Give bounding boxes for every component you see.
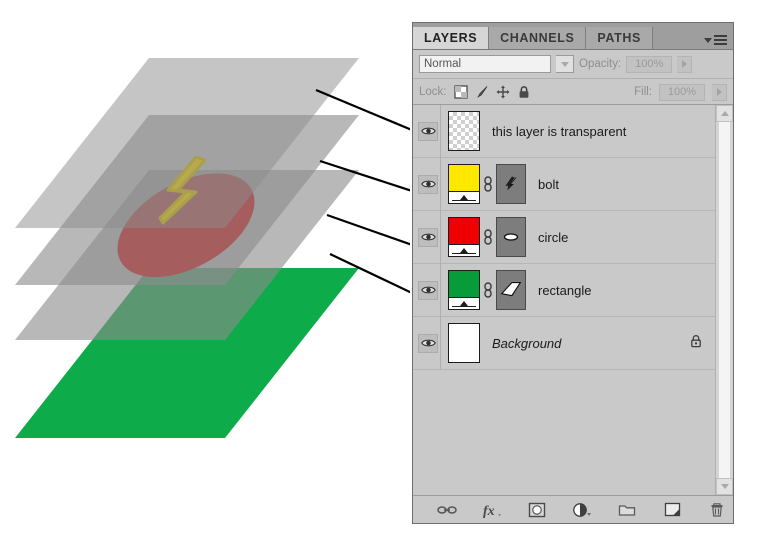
row-divider	[440, 316, 441, 370]
fill-stepper-chevron-right-icon[interactable]	[712, 83, 727, 101]
lock-row: Lock: Fill: 100%	[413, 79, 733, 106]
layer-thumbnail[interactable]	[448, 164, 480, 204]
layer-visibility-toggle[interactable]	[416, 227, 440, 247]
layer-thumbnail[interactable]	[448, 323, 480, 363]
scroll-down-chevron-down-icon[interactable]	[716, 478, 733, 495]
layer-name-label[interactable]: Background	[492, 336, 561, 351]
panel-menu-lines-icon	[714, 35, 727, 45]
opacity-input[interactable]: 100%	[626, 55, 673, 73]
table-row[interactable]: rectangle	[413, 263, 716, 317]
padlock-icon	[690, 334, 702, 353]
layer-thumbnail-strip	[449, 191, 479, 203]
delete-layer-trash-icon[interactable]	[707, 501, 727, 519]
panel-menu-button[interactable]	[704, 35, 727, 45]
eye-visibility-icon[interactable]	[418, 333, 438, 353]
opacity-stepper-chevron-right-icon[interactable]	[677, 55, 693, 73]
eye-visibility-icon[interactable]	[418, 121, 438, 141]
fill-input[interactable]: 100%	[659, 83, 705, 101]
lock-transparency-icon[interactable]	[453, 85, 468, 99]
new-layer-icon[interactable]	[662, 501, 682, 519]
layers-panel: LAYERS CHANNELS PATHS Normal Opacity: 10…	[412, 22, 734, 524]
blend-mode-select[interactable]: Normal	[419, 55, 551, 73]
layer-visibility-toggle[interactable]	[416, 280, 440, 300]
layers-stack-illustration	[15, 58, 410, 438]
layer-thumbnail-color	[449, 324, 479, 362]
layer-thumbnail[interactable]	[448, 270, 480, 310]
fill-label: Fill:	[634, 86, 652, 98]
panel-menu-triangle-icon	[704, 37, 712, 43]
new-adjustment-layer-icon[interactable]	[572, 501, 592, 519]
layer-thumbnail-strip	[449, 297, 479, 309]
svg-text:fx: fx	[483, 504, 495, 518]
layer-list: this layer is transparent bolt circle re…	[413, 104, 733, 495]
new-group-folder-icon[interactable]	[617, 501, 637, 519]
tab-channels[interactable]: CHANNELS	[489, 27, 587, 49]
layer-thumbnail-strip	[449, 244, 479, 256]
layer-name-label[interactable]: rectangle	[538, 283, 591, 298]
layer-visibility-toggle[interactable]	[416, 121, 440, 141]
add-layer-mask-icon[interactable]	[527, 501, 547, 519]
row-divider	[440, 157, 441, 211]
lock-label: Lock:	[419, 86, 447, 98]
layer-thumbnail[interactable]	[448, 217, 480, 257]
layer-visibility-toggle[interactable]	[416, 174, 440, 194]
layer-name-label[interactable]: this layer is transparent	[492, 124, 626, 139]
layer-visibility-toggle[interactable]	[416, 333, 440, 353]
lock-image-pixels-brush-icon[interactable]	[475, 85, 489, 99]
vertical-scrollbar[interactable]	[715, 105, 733, 495]
scrollbar-track[interactable]	[719, 122, 730, 478]
layer-style-fx-icon[interactable]: fx	[482, 501, 502, 519]
eye-visibility-icon[interactable]	[418, 227, 438, 247]
scroll-up-chevron-up-icon[interactable]	[716, 105, 733, 122]
layer-mask-thumbnail[interactable]	[496, 164, 526, 204]
blend-mode-row: Normal Opacity: 100%	[413, 50, 733, 79]
row-divider	[440, 210, 441, 264]
tab-layers[interactable]: LAYERS	[413, 27, 490, 49]
opacity-label: Opacity:	[579, 58, 622, 70]
layer-thumbnail[interactable]	[448, 111, 480, 151]
layer-mask-link-icon[interactable]	[480, 176, 496, 192]
table-row[interactable]: bolt	[413, 157, 716, 211]
row-divider	[440, 105, 441, 158]
panel-footer-toolbar: fx	[413, 495, 733, 523]
layer-mask-thumbnail[interactable]	[496, 217, 526, 257]
eye-visibility-icon[interactable]	[418, 280, 438, 300]
layer-thumbnail-color	[449, 165, 479, 192]
layer-name-label[interactable]: bolt	[538, 177, 559, 192]
transparency-checkerboard-icon	[449, 112, 479, 150]
layer-thumbnail-color	[449, 218, 479, 245]
chevron-down-icon[interactable]	[556, 55, 574, 73]
panel-tab-strip: LAYERS CHANNELS PATHS	[413, 23, 733, 50]
link-layers-icon[interactable]	[437, 501, 457, 519]
layer-mask-link-icon[interactable]	[480, 282, 496, 298]
table-row[interactable]: this layer is transparent	[413, 105, 716, 158]
layer-mask-thumbnail[interactable]	[496, 270, 526, 310]
tab-paths[interactable]: PATHS	[586, 27, 653, 49]
layer-mask-link-icon[interactable]	[480, 229, 496, 245]
table-row[interactable]: Background	[413, 316, 716, 370]
layer-thumbnail-color	[449, 271, 479, 298]
lock-all-padlock-icon[interactable]	[517, 85, 531, 99]
eye-visibility-icon[interactable]	[418, 174, 438, 194]
table-row[interactable]: circle	[413, 210, 716, 264]
row-divider	[440, 263, 441, 317]
layer-name-label[interactable]: circle	[538, 230, 568, 245]
lock-position-move-icon[interactable]	[496, 85, 510, 99]
